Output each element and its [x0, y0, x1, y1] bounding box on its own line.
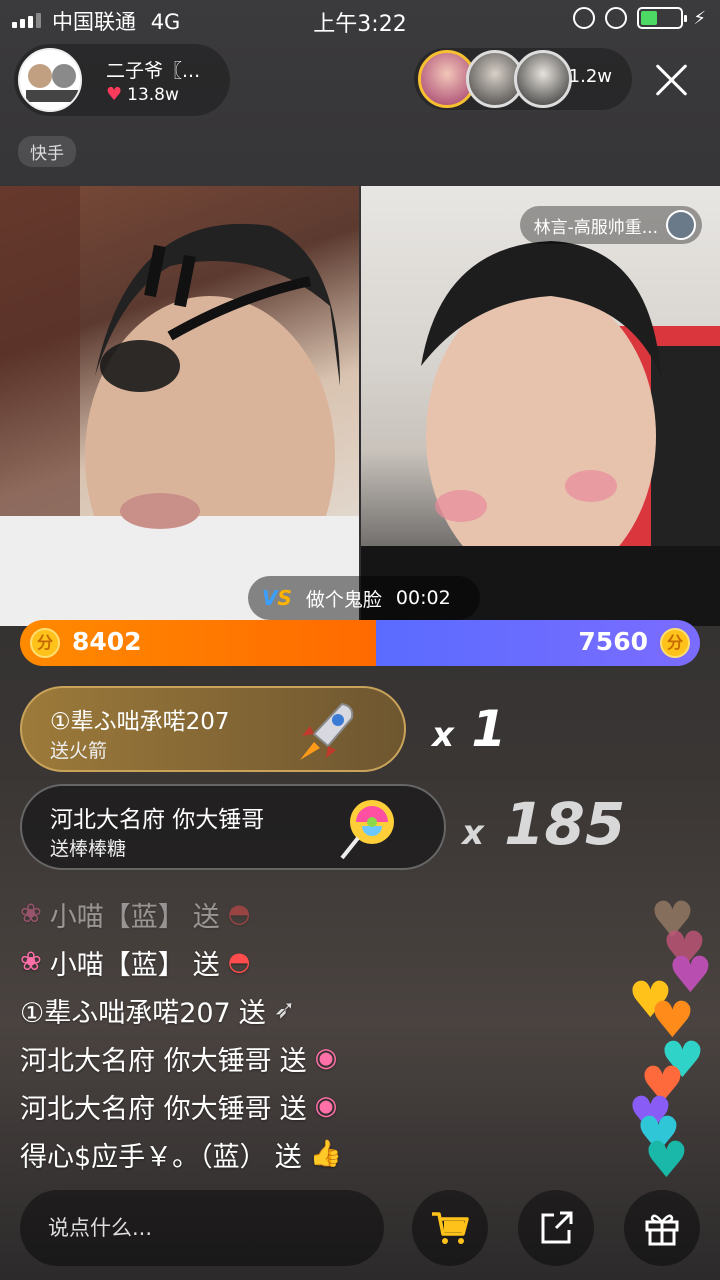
- alarm-icon: [605, 7, 628, 29]
- comment-item: ❀ 小喵【蓝】 送 ◓: [20, 938, 620, 986]
- share-icon: [541, 1211, 573, 1244]
- comment-action: 送: [192, 949, 220, 981]
- rocket-icon: [300, 702, 354, 760]
- rival-name: 林言-高服帅重...: [533, 217, 658, 238]
- comment-item: ①辈ふ咄承喏207 送 ➶: [20, 986, 620, 1034]
- gift-combo-value: 185: [504, 790, 626, 858]
- rival-video[interactable]: 林言-高服帅重...: [361, 186, 720, 626]
- floating-hearts: ♥ ♥ ♥ ♥ ♥ ♥ ♥ ♥ ♥ ♥: [610, 895, 720, 1195]
- comment-item: 得心$应手￥。（蓝） 送 👍: [20, 1130, 620, 1178]
- gift-sender: 河北大名府 你大锤哥: [50, 807, 265, 833]
- gift-banner[interactable]: ①辈ふ咄承喏207 送火箭: [20, 686, 406, 772]
- flower-icon: ❀: [20, 899, 42, 929]
- host-avatar[interactable]: [18, 48, 82, 112]
- rival-video-frame: [361, 241, 720, 626]
- gift-icon: [645, 1214, 679, 1246]
- pk-task: VS 做个鬼脸 00:02: [248, 576, 480, 620]
- comment-action: 送: [238, 997, 266, 1029]
- comment-action: 送: [274, 1141, 302, 1173]
- pk-task-label: 做个鬼脸: [305, 588, 382, 611]
- comment-item: ❀ 小喵【蓝】 送 ◓: [20, 890, 620, 938]
- vs-icon: VS: [262, 586, 292, 610]
- battery-icon: [637, 7, 688, 29]
- gift-combo-count: x 1: [432, 700, 507, 758]
- comment-user[interactable]: 得心$应手￥。（蓝）: [20, 1135, 267, 1174]
- lollipop-icon: ◉: [314, 1091, 338, 1121]
- cart-icon: [432, 1212, 469, 1244]
- likes-count: 13.8w: [127, 84, 179, 105]
- comment-user[interactable]: ①辈ふ咄承喏207: [20, 991, 231, 1030]
- host-video-frame: [0, 186, 359, 626]
- rival-avatar[interactable]: [666, 210, 696, 240]
- gift-combo-value: 1: [471, 700, 507, 758]
- gift-name: 送火箭: [50, 740, 108, 762]
- viewers-list[interactable]: 1.2w: [414, 48, 632, 110]
- watermelon-icon: ◓: [227, 947, 251, 977]
- viewer-avatar-3[interactable]: [514, 50, 572, 108]
- gift-combo-count: x 185: [462, 790, 626, 858]
- host-name: 二子爷〖...: [106, 60, 201, 82]
- right-score-segment: 7560 分: [376, 620, 700, 666]
- platform-tag: 快手: [18, 136, 76, 167]
- pk-score-bar: 分 8402 7560 分: [20, 620, 700, 666]
- flower-icon: ❀: [20, 947, 42, 977]
- comment-user[interactable]: 小喵【蓝】: [50, 895, 185, 934]
- close-button[interactable]: [648, 56, 696, 104]
- viewer-count: 1.2w: [568, 66, 612, 87]
- lollipop-icon: [340, 800, 394, 860]
- comment-input[interactable]: 说点什么...: [20, 1190, 384, 1266]
- coin-icon: 分: [660, 628, 690, 658]
- thumbs-up-icon: 👍: [309, 1139, 343, 1169]
- right-score: 7560: [578, 627, 648, 656]
- comment-action: 送: [279, 1093, 307, 1125]
- gift-banner[interactable]: 河北大名府 你大锤哥 送棒棒糖: [20, 784, 446, 870]
- comment-user[interactable]: 河北大名府 你大锤哥: [20, 1039, 272, 1078]
- gift-name: 送棒棒糖: [50, 838, 127, 860]
- comment-item: 河北大名府 你大锤哥 送 ◉: [20, 1082, 620, 1130]
- rival-info[interactable]: 林言-高服帅重...: [519, 206, 702, 244]
- host-likes: ♥ 13.8w: [106, 84, 179, 105]
- comment-user[interactable]: 河北大名府 你大锤哥: [20, 1087, 272, 1126]
- host-video[interactable]: [0, 186, 359, 626]
- heart-icon: ♥: [644, 1131, 689, 1189]
- lollipop-icon: ◉: [314, 1043, 338, 1073]
- gift-button[interactable]: [624, 1190, 700, 1266]
- rotation-lock-icon: [573, 7, 596, 29]
- comment-feed: ❀ 小喵【蓝】 送 ◓ ❀ 小喵【蓝】 送 ◓ ①辈ふ咄承喏207 送 ➶ 河北…: [20, 890, 620, 1178]
- status-bar: 中国联通 4G 上午3:22 ⚡: [0, 0, 720, 40]
- comment-action: 送: [192, 901, 220, 933]
- coin-icon: 分: [30, 628, 60, 658]
- charging-icon: ⚡: [693, 7, 706, 29]
- pk-timer: 00:02: [395, 587, 451, 609]
- left-score-segment: 分 8402: [20, 620, 376, 666]
- gift-sender: ①辈ふ咄承喏207: [50, 709, 230, 735]
- comment-item: 河北大名府 你大锤哥 送 ◉: [20, 1034, 620, 1082]
- heart-icon: ♥: [106, 84, 123, 105]
- shop-button[interactable]: [412, 1190, 488, 1266]
- comment-user[interactable]: 小喵【蓝】: [50, 943, 185, 982]
- host-info[interactable]: 二子爷〖... ♥ 13.8w: [14, 44, 230, 116]
- comment-action: 送: [279, 1045, 307, 1077]
- watermelon-icon: ◓: [227, 899, 251, 929]
- share-button[interactable]: [518, 1190, 594, 1266]
- status-icons: ⚡: [573, 7, 706, 29]
- left-score: 8402: [72, 627, 142, 656]
- rocket-icon: ➶: [273, 995, 296, 1025]
